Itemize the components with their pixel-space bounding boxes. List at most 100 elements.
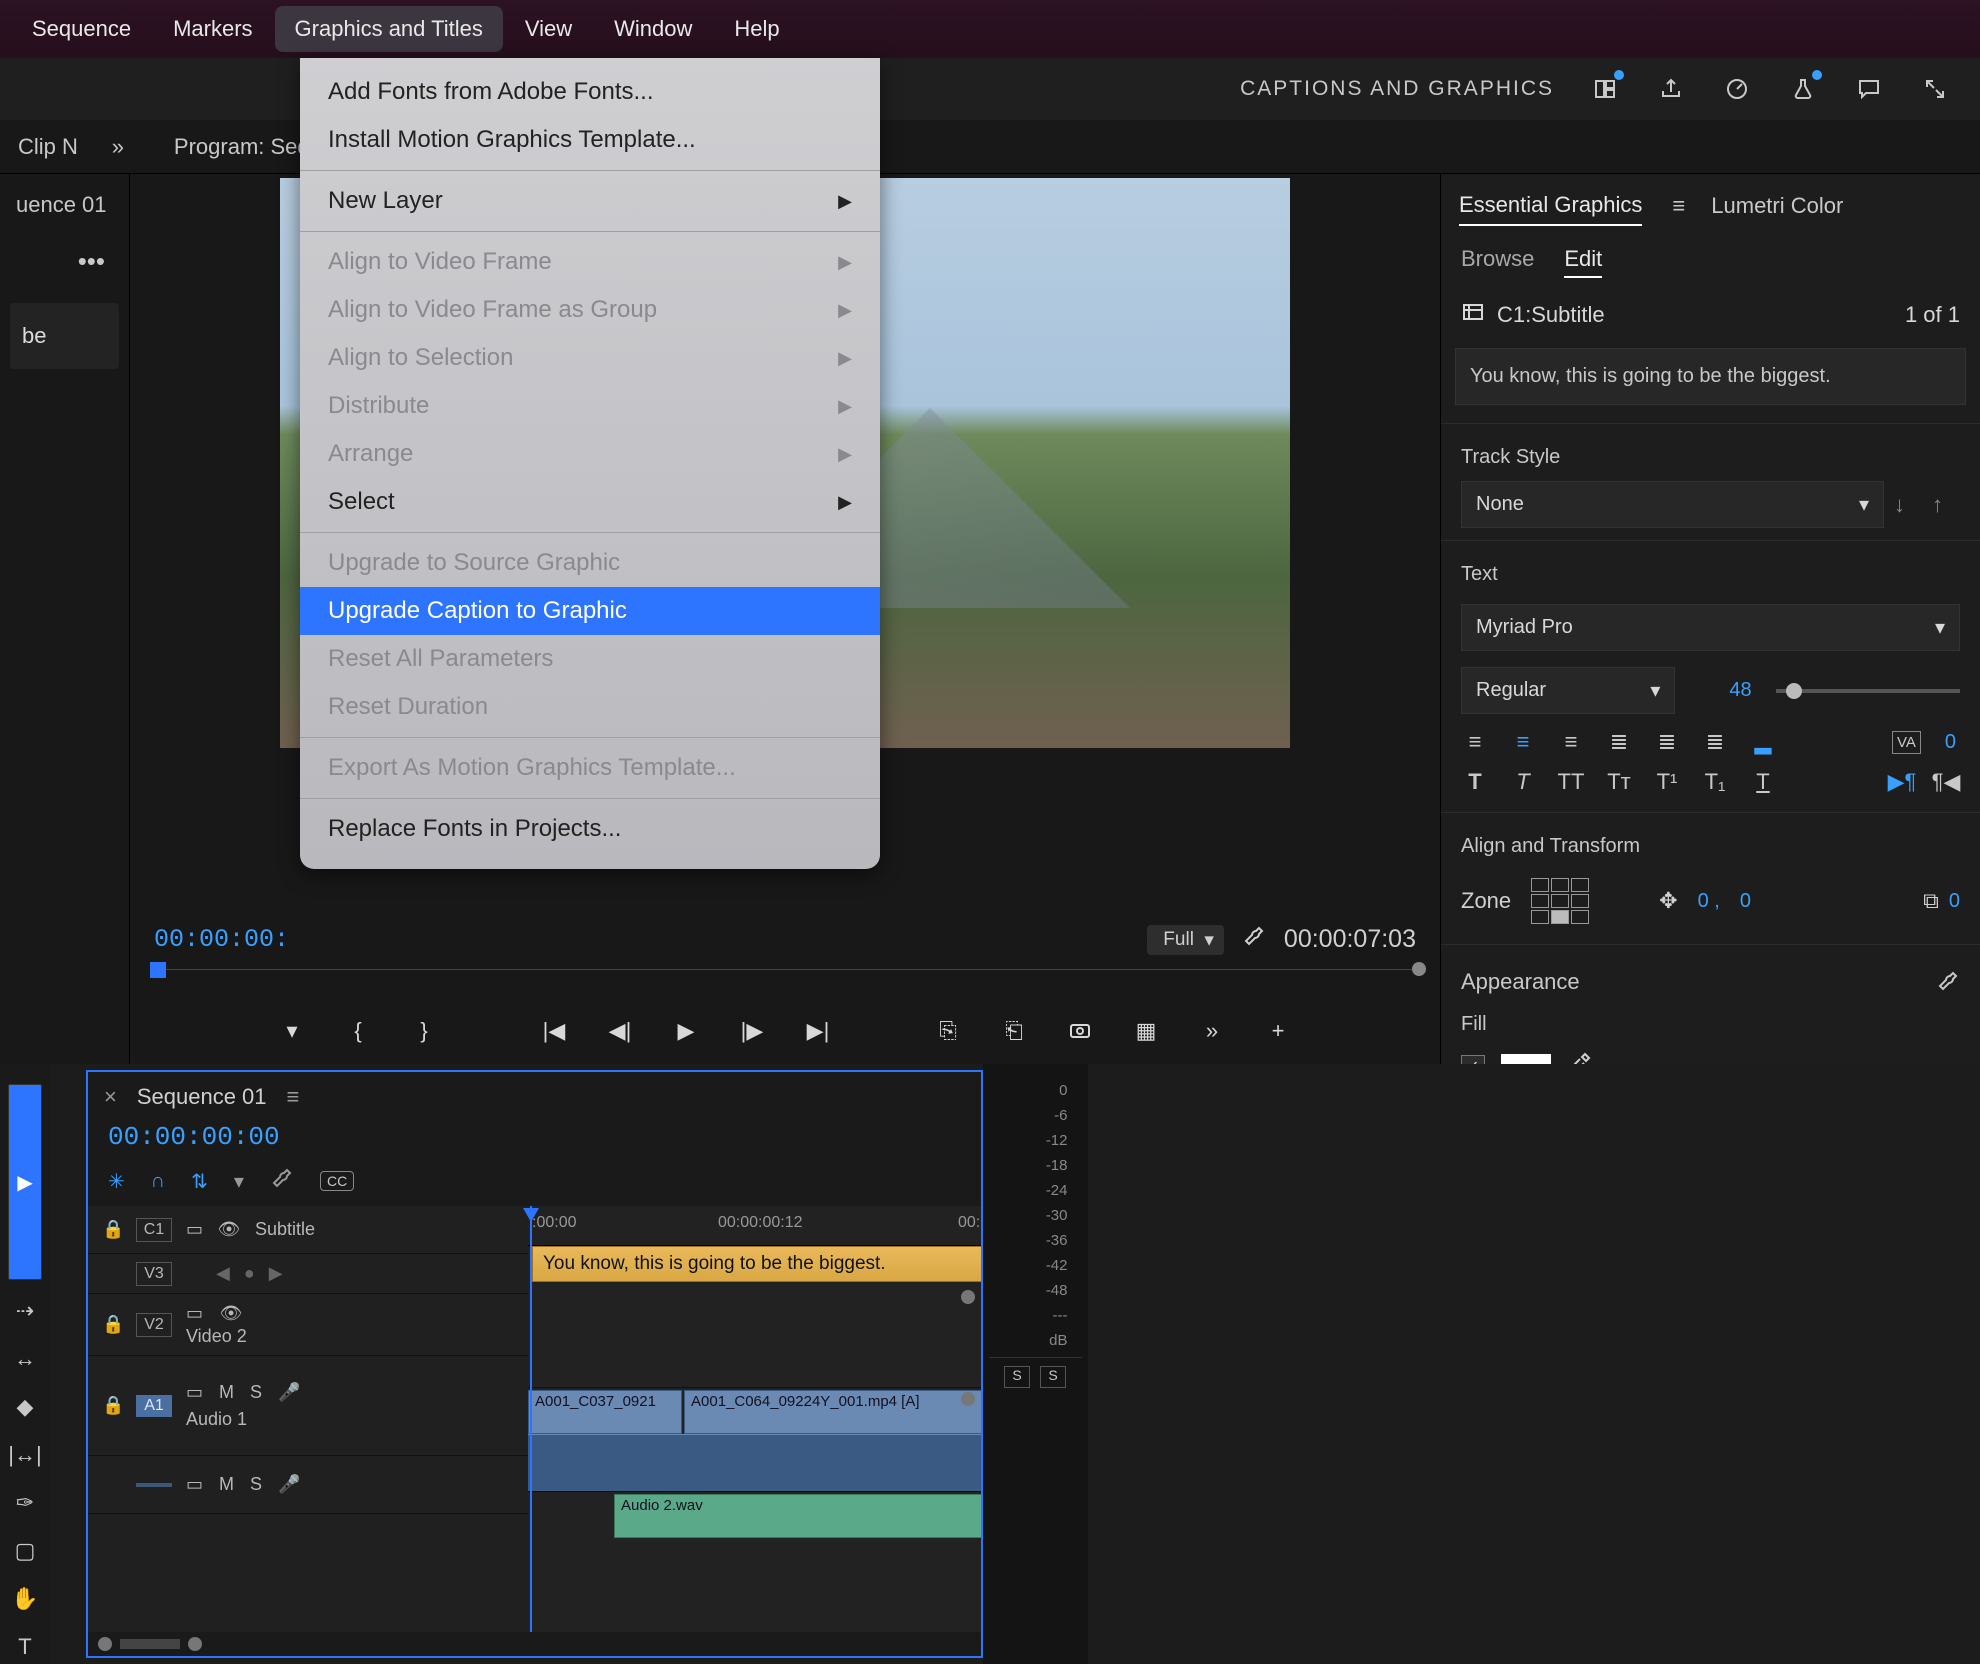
marker-add-icon[interactable]: ▾ <box>276 1015 308 1047</box>
tab-essential-graphics[interactable]: Essential Graphics <box>1459 186 1642 226</box>
left-panel-tab[interactable]: Clip N <box>0 120 96 173</box>
menu-item-replace-fonts-in-projects[interactable]: Replace Fonts in Projects... <box>300 805 880 853</box>
timeline-tracks[interactable]: :00:00 00:00:00:12 00:00:01:00 You know,… <box>528 1206 981 1632</box>
chat-icon[interactable] <box>1854 74 1884 104</box>
settings-wrench-icon[interactable] <box>1242 924 1266 955</box>
close-sequence-icon[interactable]: × <box>104 1084 117 1110</box>
wrench-icon[interactable] <box>270 1166 294 1196</box>
smallcaps-icon[interactable]: Tᴛ <box>1605 770 1633 794</box>
underline-icon[interactable]: T <box>1749 770 1777 794</box>
menu-window[interactable]: Window <box>594 6 712 52</box>
track-header-a1[interactable]: 🔒 A1 ▭MS🎤 Audio 1 <box>88 1356 528 1456</box>
layer-name[interactable]: C1:Subtitle <box>1497 302 1605 328</box>
export-icon[interactable] <box>1656 74 1686 104</box>
mic-icon[interactable]: 🎤 <box>278 1382 300 1403</box>
track-header-a2[interactable]: ▭MS🎤 <box>88 1456 528 1514</box>
fill-checkbox[interactable] <box>1461 1055 1485 1064</box>
go-to-out-icon[interactable]: ▶| <box>802 1015 834 1047</box>
gauge-icon[interactable] <box>1722 74 1752 104</box>
lock-icon[interactable]: 🔒 <box>102 1219 122 1240</box>
extract-icon[interactable]: ⎗ <box>998 1015 1030 1047</box>
font-size-value[interactable]: 48 <box>1725 679 1755 702</box>
zoom-out-handle[interactable] <box>98 1637 112 1651</box>
workspace-icon[interactable] <box>1590 74 1620 104</box>
track-header-c1[interactable]: 🔒 C1 ▭ 👁 Subtitle <box>88 1206 528 1254</box>
menu-view[interactable]: View <box>505 6 592 52</box>
scrub-handle[interactable] <box>150 962 166 978</box>
rtl-icon[interactable]: ¶◀ <box>1932 770 1960 794</box>
menu-item-upgrade-caption-to-graphic[interactable]: Upgrade Caption to Graphic <box>300 587 880 635</box>
menu-sequence[interactable]: Sequence <box>12 6 151 52</box>
workspace-label[interactable]: CAPTIONS AND GRAPHICS <box>1240 77 1554 101</box>
align-justify-last-right-icon[interactable]: ≣ <box>1701 730 1729 754</box>
track-select-tool-icon[interactable]: ⇢ <box>8 1294 42 1328</box>
menu-item-select[interactable]: Select▶ <box>300 478 880 526</box>
program-scrubber[interactable] <box>150 969 1420 995</box>
fill-swatch[interactable] <box>1501 1054 1551 1064</box>
export-frame-icon[interactable] <box>1064 1015 1096 1047</box>
scale-icon[interactable]: ⧉ <box>1923 888 1939 914</box>
subtab-edit[interactable]: Edit <box>1564 246 1602 278</box>
align-justify-last-left-icon[interactable]: ≣ <box>1653 730 1681 754</box>
hand-tool-icon[interactable]: ✋ <box>8 1582 42 1616</box>
bold-icon[interactable]: T <box>1461 770 1489 794</box>
type-tool-icon[interactable]: T <box>8 1630 42 1664</box>
in-point-icon[interactable]: { <box>342 1015 374 1047</box>
marker-icon[interactable]: ▾ <box>234 1169 244 1194</box>
flask-icon[interactable] <box>1788 74 1818 104</box>
mic-icon[interactable]: 🎤 <box>278 1474 300 1495</box>
browser-sequence-item[interactable]: uence 01 <box>6 184 123 226</box>
out-point-icon[interactable]: } <box>408 1015 440 1047</box>
sequence-name[interactable]: Sequence 01 <box>137 1084 267 1110</box>
solo-button-right[interactable]: S <box>1040 1366 1066 1388</box>
style-up-icon[interactable]: ↑ <box>1932 492 1960 518</box>
solo-button-left[interactable]: S <box>1004 1366 1030 1388</box>
align-baseline-icon[interactable]: ▂ <box>1749 730 1777 754</box>
program-in-timecode[interactable]: 00:00:00: <box>154 925 289 954</box>
font-select[interactable]: Myriad Pro▾ <box>1461 604 1960 651</box>
sequence-menu-icon[interactable]: ≡ <box>287 1084 300 1110</box>
zoom-select[interactable]: Full <box>1147 925 1224 955</box>
rectangle-tool-icon[interactable]: ▢ <box>8 1534 42 1568</box>
menu-item-add-fonts-from-adobe-fonts[interactable]: Add Fonts from Adobe Fonts... <box>300 68 880 116</box>
magnet-icon[interactable]: ∩ <box>151 1170 165 1193</box>
fullscreen-icon[interactable] <box>1920 74 1950 104</box>
clip-audio-2[interactable]: Audio 2.wav <box>614 1494 981 1538</box>
transport-overflow-icon[interactable]: » <box>1196 1015 1228 1047</box>
font-size-slider[interactable] <box>1776 689 1960 693</box>
lock-icon[interactable]: 🔒 <box>102 1395 122 1416</box>
lock-icon[interactable]: 🔒 <box>102 1314 122 1335</box>
source-patch-icon[interactable]: ▭ <box>186 1303 203 1324</box>
ripple-tool-icon[interactable]: ↔ <box>8 1342 42 1376</box>
track-header-v2[interactable]: 🔒 V2 ▭👁 Video 2 <box>88 1294 528 1356</box>
slip-tool-icon[interactable]: |↔| <box>8 1438 42 1472</box>
step-back-icon[interactable]: ◀| <box>604 1015 636 1047</box>
source-patch-icon[interactable]: ▭ <box>186 1219 203 1240</box>
compare-icon[interactable]: ▦ <box>1130 1015 1162 1047</box>
lift-icon[interactable]: ⎘ <box>932 1015 964 1047</box>
eye-icon[interactable]: 👁 <box>219 1303 243 1324</box>
pos-x[interactable]: 0 , <box>1698 890 1720 913</box>
menu-graphics-and-titles[interactable]: Graphics and Titles <box>275 6 503 52</box>
appearance-settings-icon[interactable] <box>1936 969 1960 999</box>
play-icon[interactable]: ▶ <box>670 1015 702 1047</box>
superscript-icon[interactable]: T¹ <box>1653 770 1681 794</box>
style-down-icon[interactable]: ↓ <box>1894 492 1922 518</box>
go-to-in-icon[interactable]: |◀ <box>538 1015 570 1047</box>
pen-tool-icon[interactable]: ✑ <box>8 1486 42 1520</box>
align-left-icon[interactable]: ≡ <box>1461 730 1489 754</box>
fill-eyedropper-icon[interactable] <box>1567 1052 1591 1064</box>
allcaps-icon[interactable]: TT <box>1557 770 1585 794</box>
playhead[interactable] <box>530 1206 532 1632</box>
selection-tool-icon[interactable]: ▶ <box>8 1084 42 1280</box>
linked-selection-icon[interactable]: ⇅ <box>191 1169 208 1194</box>
eye-icon[interactable]: 👁 <box>217 1219 241 1240</box>
menu-markers[interactable]: Markers <box>153 6 272 52</box>
subtab-browse[interactable]: Browse <box>1461 246 1534 278</box>
kerning-value[interactable]: 0 <box>1941 731 1960 754</box>
menu-item-new-layer[interactable]: New Layer▶ <box>300 177 880 225</box>
kerning-va-icon[interactable]: VA <box>1892 731 1921 754</box>
italic-icon[interactable]: T <box>1509 770 1537 794</box>
razor-tool-icon[interactable]: ◆ <box>8 1390 42 1424</box>
menu-help[interactable]: Help <box>714 6 799 52</box>
